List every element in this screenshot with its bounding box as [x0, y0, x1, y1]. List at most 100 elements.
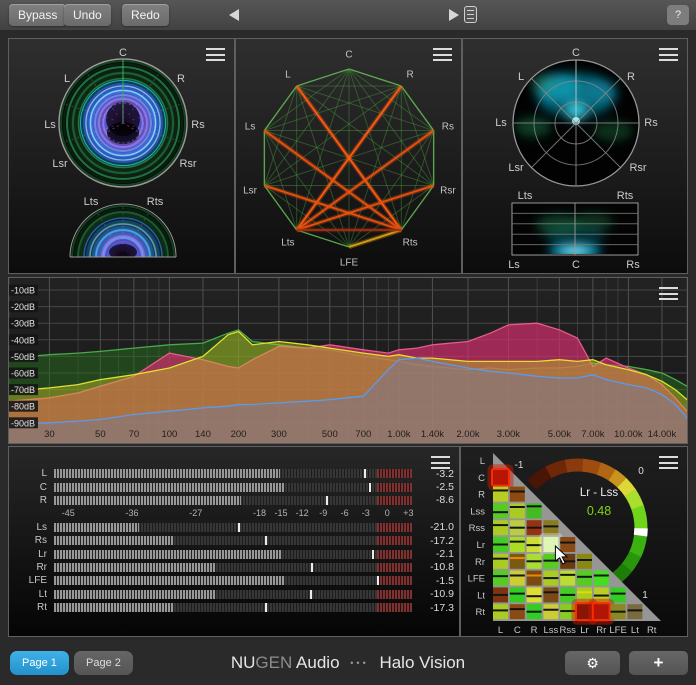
- spectrum-analyzer-chart: -10dB-20dB-30dB-40dB-50dB-60dB-70dB-80dB…: [9, 278, 687, 443]
- panel-menu-icon[interactable]: [659, 48, 678, 61]
- svg-text:700: 700: [355, 429, 371, 440]
- meter-row-L: L-3.2: [9, 467, 461, 480]
- svg-text:-70dB: -70dB: [11, 385, 35, 395]
- meter-bar: [54, 536, 412, 545]
- svg-text:-50dB: -50dB: [11, 352, 35, 362]
- svg-text:-40dB: -40dB: [11, 335, 35, 345]
- panel-menu-icon[interactable]: [659, 456, 678, 469]
- polar-spread-visualization: CLRLsRsLsrRsrLtsRtsLsCRs: [463, 39, 687, 273]
- page-1-button[interactable]: Page 1: [10, 651, 69, 675]
- meter-value: -2.5: [412, 481, 461, 493]
- redo-button[interactable]: Redo: [122, 4, 169, 26]
- polar-spread-panel: CLRLsRsLsrRsrLtsRtsLsCRs: [462, 38, 688, 274]
- svg-text:L: L: [518, 71, 524, 83]
- meter-row-Rs: Rs-17.2: [9, 534, 461, 547]
- svg-text:Lts: Lts: [281, 238, 294, 249]
- svg-text:Rs: Rs: [644, 117, 658, 129]
- page-2-button[interactable]: Page 2: [74, 651, 133, 675]
- meter-value: -17.2: [412, 535, 461, 547]
- svg-text:Lsr: Lsr: [52, 158, 68, 170]
- meter-bar: [54, 590, 412, 599]
- gear-icon: ⚙: [586, 655, 599, 671]
- svg-text:5.00k: 5.00k: [548, 429, 571, 440]
- surround-halo-panel: CLRLsRsLsrRsrLtsRts: [8, 38, 235, 274]
- svg-text:10.00k: 10.00k: [614, 429, 643, 440]
- playlist-icon[interactable]: [464, 6, 477, 23]
- play-icon[interactable]: [449, 9, 459, 21]
- panel-menu-icon[interactable]: [659, 287, 678, 300]
- meter-row-C: C-2.5: [9, 480, 461, 493]
- svg-text:Lss: Lss: [544, 625, 559, 636]
- svg-text:Ls: Ls: [245, 121, 256, 132]
- panel-menu-icon[interactable]: [431, 456, 450, 469]
- bottom-bar: Page 1 Page 2 NUGEN Audio ••• Halo Visio…: [0, 640, 696, 685]
- svg-text:R: R: [627, 71, 635, 83]
- panel-menu-icon[interactable]: [206, 48, 225, 61]
- svg-text:100: 100: [161, 429, 177, 440]
- svg-text:L: L: [64, 73, 70, 85]
- settings-button[interactable]: ⚙: [565, 651, 620, 675]
- brand-dots: •••: [344, 658, 374, 668]
- meter-bar: [54, 550, 412, 559]
- meter-bar: [54, 576, 412, 585]
- svg-text:-80dB: -80dB: [11, 402, 35, 412]
- svg-text:Rss: Rss: [469, 523, 486, 534]
- svg-text:Lr: Lr: [477, 540, 485, 551]
- bypass-button[interactable]: Bypass: [9, 4, 66, 26]
- undo-button[interactable]: Undo: [64, 4, 111, 26]
- meter-row-Rr: Rr-10.8: [9, 561, 461, 574]
- correlation-matrix-panel: -101Lr - Lss0.48 LCRLssRssLrRrLFELtRtLCR…: [460, 446, 688, 637]
- meter-value: -3.2: [412, 468, 461, 480]
- step-back-icon[interactable]: [229, 9, 239, 21]
- svg-text:C: C: [478, 473, 485, 484]
- correlation-matrix[interactable]: LCRLssRssLrRrLFELtRtLCRLssRssLrRrLFELtRt: [461, 447, 687, 636]
- product-name: Halo Vision: [379, 653, 465, 672]
- plus-icon: +: [654, 653, 664, 672]
- level-meters-panel: L-3.2C-2.5R-8.6-45-36-27-18-15-12-9-6-30…: [8, 446, 460, 637]
- panel-menu-icon[interactable]: [433, 48, 452, 61]
- svg-text:L: L: [480, 456, 485, 467]
- meter-row-LFE: LFE-1.5: [9, 574, 461, 587]
- svg-text:-30dB: -30dB: [11, 319, 35, 329]
- svg-text:L: L: [285, 69, 291, 80]
- svg-text:R: R: [531, 625, 538, 636]
- svg-text:140: 140: [195, 429, 211, 440]
- svg-text:-60dB: -60dB: [11, 369, 35, 379]
- help-button[interactable]: ?: [667, 5, 689, 25]
- svg-text:Rts: Rts: [147, 196, 164, 208]
- svg-text:R: R: [177, 73, 185, 85]
- svg-text:Rts: Rts: [617, 190, 634, 202]
- svg-text:L: L: [498, 625, 503, 636]
- svg-text:Rr: Rr: [596, 625, 606, 636]
- level-meters: L-3.2C-2.5R-8.6-45-36-27-18-15-12-9-6-30…: [9, 467, 461, 614]
- meter-row-Ls: Ls-21.0: [9, 521, 461, 534]
- svg-text:Lt: Lt: [477, 590, 485, 601]
- meter-row-Lt: Lt-10.9: [9, 588, 461, 601]
- meter-bar: [54, 469, 412, 478]
- svg-text:LFE: LFE: [609, 625, 626, 636]
- meter-bar: [54, 523, 412, 532]
- meter-value: -10.9: [412, 588, 461, 600]
- add-module-button[interactable]: +: [629, 651, 688, 675]
- svg-text:Ls: Ls: [44, 119, 56, 131]
- meter-row-Lr: Lr-2.1: [9, 547, 461, 560]
- svg-text:Rs: Rs: [191, 119, 205, 131]
- svg-text:Rsr: Rsr: [629, 162, 646, 174]
- svg-text:C: C: [572, 47, 580, 59]
- svg-text:500: 500: [322, 429, 338, 440]
- meter-bar: [54, 483, 412, 492]
- svg-text:LFE: LFE: [468, 574, 485, 585]
- meter-bar: [54, 496, 412, 505]
- meter-value: -2.1: [412, 548, 461, 560]
- svg-text:C: C: [514, 625, 521, 636]
- svg-text:2.00k: 2.00k: [456, 429, 479, 440]
- meter-value: -17.3: [412, 602, 461, 614]
- meter-row-R: R-8.6: [9, 494, 461, 507]
- meter-value: -8.6: [412, 494, 461, 506]
- meter-scale: -45-36-27-18-15-12-9-6-30+3: [9, 507, 461, 520]
- svg-text:Ls: Ls: [495, 117, 507, 129]
- meter-bar: [54, 603, 412, 612]
- meter-value: -21.0: [412, 521, 461, 533]
- svg-text:3.00k: 3.00k: [497, 429, 520, 440]
- svg-text:C: C: [345, 50, 352, 61]
